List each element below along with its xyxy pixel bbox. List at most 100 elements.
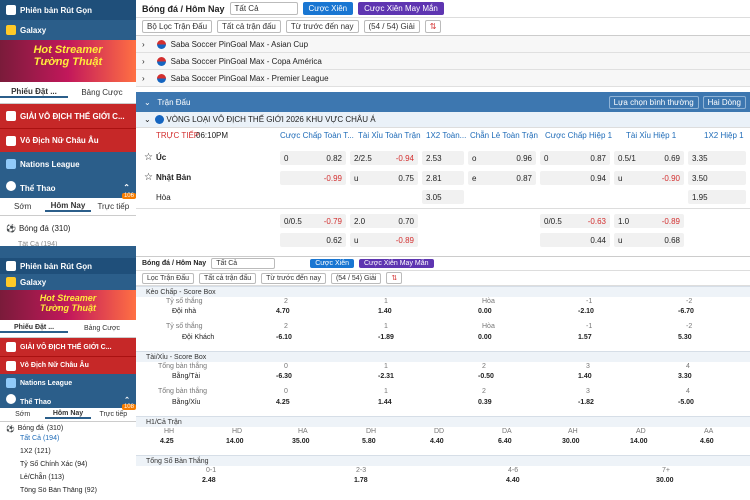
tab-today[interactable]: Hôm Nay [45, 201, 91, 212]
sidebar-item-nations-league[interactable]: Nations League [0, 374, 136, 392]
league-count[interactable]: (54 / 54) Giải [330, 272, 382, 284]
section-handicap[interactable]: Kèo Chấp - Score Box [136, 286, 750, 297]
league-row[interactable]: › Saba Soccer PinGoal Max - Premier Leagu… [136, 70, 750, 87]
galaxy-link[interactable]: Galaxy [0, 274, 136, 290]
galaxy-link[interactable]: Galaxy [0, 20, 136, 40]
odds-cell[interactable]: o 0.96 [468, 151, 536, 165]
odds-cell[interactable]: 0.62 [280, 233, 346, 247]
odds-cell[interactable]: 0.44 [540, 233, 610, 247]
odds-cell[interactable]: u -0.89 [350, 233, 418, 247]
sport-football[interactable]: ⚽ Bóng đá (310) [0, 216, 136, 241]
odds-cell[interactable]: 0 0.82 [280, 151, 346, 165]
section-halftime-fulltime[interactable]: H1/Cả Trận [136, 416, 750, 427]
odds-value[interactable]: -1.82 [578, 399, 594, 406]
odds-value[interactable]: -6.10 [276, 334, 292, 341]
odds-value[interactable]: -6.70 [678, 308, 694, 315]
chevron-down-icon[interactable]: ⌄ [144, 98, 151, 107]
sidebar-item-worldcup[interactable]: GIẢI VÔ ĐỊCH THẾ GIỚI C... [0, 104, 136, 128]
sidebar-item-women-euro[interactable]: Vô Địch Nữ Châu Âu [0, 356, 136, 374]
odds-value[interactable]: 4.40 [506, 477, 520, 484]
match-filter-select[interactable]: Lọc Trận Đấu [142, 272, 195, 284]
odds-cell[interactable]: 3.05 [422, 190, 464, 204]
odds-value[interactable]: 4.25 [276, 399, 290, 406]
sidebar-item-worldcup[interactable]: GIẢI VÔ ĐỊCH THẾ GIỚI C... [0, 338, 136, 356]
league-row[interactable]: › Saba Soccer PinGoal Max - Asian Cup [136, 36, 750, 53]
odds-value[interactable]: 1.57 [578, 334, 592, 341]
market-select[interactable]: Tất Cả [229, 2, 298, 15]
odds-value[interactable]: 0.00 [478, 334, 492, 341]
odds-value[interactable]: -6.30 [276, 373, 292, 380]
odds-value[interactable]: 30.00 [562, 438, 580, 445]
sidebar-item-nations-league[interactable]: Nations League [0, 152, 136, 176]
league-row[interactable]: › Saba Soccer PinGoal Max - Copa América [136, 53, 750, 70]
odds-value[interactable]: 5.30 [678, 334, 692, 341]
sidebar-item-sports[interactable]: Thể Thao ⌃ [0, 176, 136, 198]
sidebar-item-sports[interactable]: Thể Thao ⌃ [0, 392, 136, 408]
odds-value[interactable]: -2.10 [578, 308, 594, 315]
odds-value[interactable]: 5.80 [362, 438, 376, 445]
odds-value[interactable]: 1.44 [378, 399, 392, 406]
competition-row[interactable]: ⌄ VÒNG LOẠI VÔ ĐỊCH THẾ GIỚI 2026 KHU VỰ… [136, 112, 750, 128]
odds-cell[interactable]: u -0.90 [614, 171, 684, 185]
odds-cell[interactable]: 0/0.5 -0.63 [540, 214, 610, 228]
favorite-star-icon[interactable]: ☆ [144, 152, 153, 163]
odds-value[interactable]: 4.40 [430, 438, 444, 445]
tab-odds-table[interactable]: Bảng Cược [68, 325, 136, 332]
odds-value[interactable]: -0.50 [478, 373, 494, 380]
list-item[interactable]: 1X2 (121) [6, 448, 136, 461]
tab-live[interactable]: Trực tiếp 106 [91, 193, 136, 211]
tab-bet-slip[interactable]: Phiếu Đặt ... [0, 324, 68, 333]
lucky-parlay-button[interactable]: Cược Xiên May Mắn [358, 259, 434, 268]
odds-value[interactable]: -2.31 [378, 373, 394, 380]
section-total-goals[interactable]: Tổng Số Bàn Thắng [136, 455, 750, 466]
odds-value[interactable]: 4.70 [276, 308, 290, 315]
odds-value[interactable]: 0.00 [478, 308, 492, 315]
odds-value[interactable]: 35.00 [292, 438, 310, 445]
odds-value[interactable]: 1.78 [354, 477, 368, 484]
odds-cell[interactable]: 0.94 [540, 171, 610, 185]
all-matches-select[interactable]: Tất cả trận đấu [217, 20, 281, 33]
odds-value[interactable]: 0.39 [478, 399, 492, 406]
sidebar-item-women-euro[interactable]: Vô Địch Nữ Châu Âu [0, 128, 136, 152]
odds-cell[interactable]: 3.50 [688, 171, 746, 185]
odds-cell[interactable]: 1.0 -0.89 [614, 214, 684, 228]
streamer-banner[interactable]: Hot Streamer Tường Thuật [0, 290, 136, 320]
favorite-star-icon[interactable]: ☆ [144, 172, 153, 183]
match-filter-select[interactable]: Bộ Lọc Trận Đấu [142, 20, 213, 33]
parlay-button[interactable]: Cược Xiên [310, 259, 354, 268]
odds-value[interactable]: 6.40 [498, 438, 512, 445]
sort-mode-select[interactable]: Lựa chọn bình thường [608, 95, 699, 109]
tab-odds-table[interactable]: Bảng Cược [68, 88, 136, 97]
section-over-under[interactable]: Tài/Xỉu - Score Box [136, 351, 750, 362]
tab-live[interactable]: Trực tiếp 108 [91, 404, 136, 418]
list-item[interactable]: Tất Cả (194) [6, 435, 136, 448]
time-select[interactable]: Từ trước đến nay [285, 20, 359, 33]
odds-value[interactable]: 4.25 [160, 438, 174, 445]
odds-value[interactable]: -1.89 [378, 334, 394, 341]
odds-cell[interactable]: -0.99 [280, 171, 346, 185]
all-matches-select[interactable]: Tất cả trận đấu [199, 272, 257, 284]
odds-cell[interactable]: 2.53 [422, 151, 464, 165]
odds-cell[interactable]: 2.81 [422, 171, 464, 185]
parlay-button[interactable]: Cược Xiên [302, 2, 354, 15]
odds-cell[interactable]: 2/2.5 -0.94 [350, 151, 418, 165]
view-mode-select[interactable]: Hai Dòng [702, 95, 746, 109]
odds-cell[interactable]: u 0.68 [614, 233, 684, 247]
odds-value[interactable]: 3.30 [678, 373, 692, 380]
odds-value[interactable]: 1.40 [378, 308, 392, 315]
odds-cell[interactable]: 3.35 [688, 151, 746, 165]
odds-cell[interactable]: 0 0.87 [540, 151, 610, 165]
lucky-parlay-button[interactable]: Cược Xiên May Mắn [358, 2, 444, 15]
league-count[interactable]: (54 / 54) Giải [363, 20, 420, 33]
list-item[interactable]: Lẻ/Chẵn (113) [6, 474, 136, 487]
tab-bet-slip[interactable]: Phiếu Đặt ... [0, 87, 68, 98]
streamer-banner[interactable]: Hot Streamer Tường Thuật [0, 40, 136, 82]
odds-cell[interactable]: 0/0.5 -0.79 [280, 214, 346, 228]
odds-value[interactable]: 4.60 [700, 438, 714, 445]
odds-cell[interactable]: u 0.75 [350, 171, 418, 185]
sort-icon[interactable]: ⇅ [386, 272, 403, 284]
sport-football[interactable]: ⚽ Bóng đá (310) [6, 422, 136, 435]
odds-value[interactable]: 14.00 [630, 438, 648, 445]
odds-cell[interactable]: 1.95 [688, 190, 746, 204]
tab-today[interactable]: Hôm Nay [45, 410, 91, 419]
